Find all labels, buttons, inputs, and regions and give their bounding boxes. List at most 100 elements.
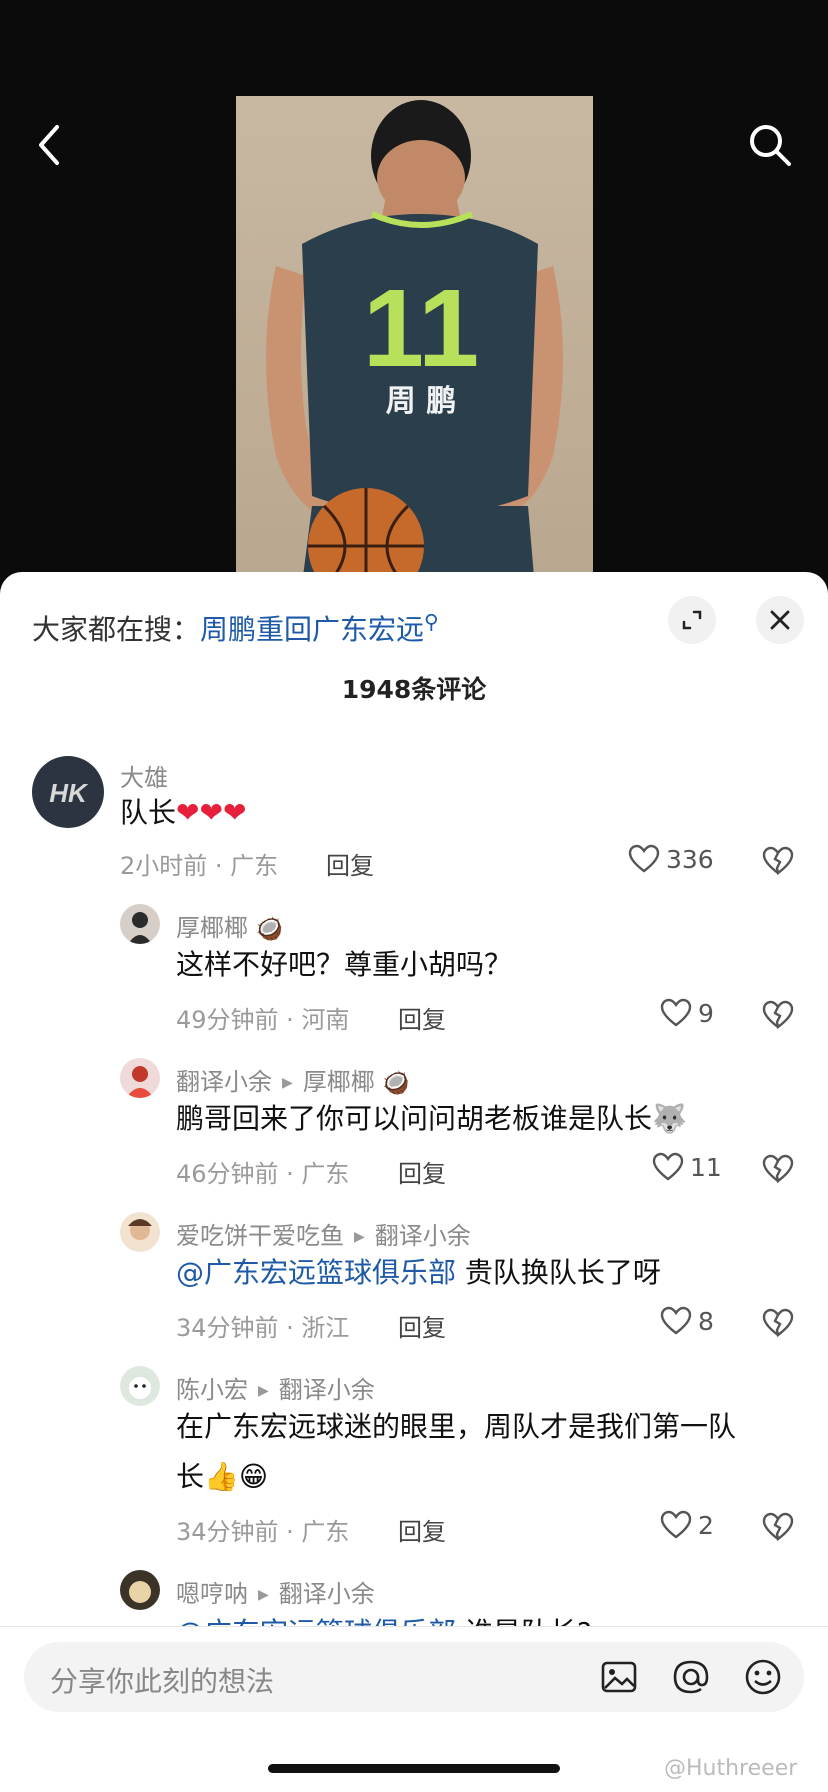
avatar[interactable] xyxy=(120,1212,160,1252)
reply-arrow-icon: ▶ xyxy=(282,1075,293,1091)
dislike-button[interactable] xyxy=(762,1154,794,1188)
dislike-button[interactable] xyxy=(762,1512,794,1546)
reply-button[interactable]: 回复 xyxy=(398,1308,446,1343)
thumbs-grin-emoji: 👍😁 xyxy=(204,1460,269,1493)
heart-emoji: ❤❤❤ xyxy=(176,796,247,829)
reply-to-user[interactable]: 翻译小余 xyxy=(279,1376,375,1404)
heart-outline-icon xyxy=(660,998,692,1027)
wolf-emoji: 🐺 xyxy=(652,1102,687,1135)
reply-arrow-icon: ▶ xyxy=(258,1383,269,1399)
username[interactable]: 爱吃饼干爱吃鱼 ▶ 翻译小余 xyxy=(176,1216,471,1251)
username[interactable]: 嗯哼呐 ▶ 翻译小余 xyxy=(176,1574,375,1609)
avatar[interactable] xyxy=(120,1570,160,1610)
like-button[interactable]: 336 xyxy=(628,844,714,874)
heart-outline-icon xyxy=(660,1510,692,1539)
comment-body: 长 xyxy=(176,1460,205,1493)
avatar[interactable] xyxy=(120,1366,160,1406)
reply-button[interactable]: 回复 xyxy=(398,1154,446,1189)
at-icon xyxy=(673,1660,709,1694)
broken-heart-icon xyxy=(762,1154,794,1184)
like-count: 2 xyxy=(698,1510,714,1540)
hot-search-prefix: 大家都在搜： xyxy=(32,613,201,646)
heart-outline-icon xyxy=(628,844,660,873)
comment-time: 46分钟前 · 广东 xyxy=(176,1160,350,1188)
dislike-button[interactable] xyxy=(762,1308,794,1342)
close-icon xyxy=(770,610,790,630)
dislike-button[interactable] xyxy=(762,846,794,880)
expand-icon xyxy=(682,610,702,630)
back-button[interactable] xyxy=(20,115,80,175)
broken-heart-icon xyxy=(762,1308,794,1338)
like-count: 336 xyxy=(666,844,714,874)
avatar[interactable] xyxy=(120,904,160,944)
comment-text: 这样不好吧？尊重小胡吗？ xyxy=(176,948,513,981)
like-count: 9 xyxy=(698,998,714,1028)
emoji-button[interactable] xyxy=(742,1656,784,1698)
reply-button[interactable]: 回复 xyxy=(398,1000,446,1035)
like-button[interactable]: 2 xyxy=(660,1510,714,1540)
comment-text: 鹏哥回来了你可以问问胡老板谁是队长🐺 xyxy=(176,1094,687,1144)
comment-item: 爱吃饼干爱吃鱼 ▶ 翻译小余 @广东宏远篮球俱乐部 贵队换队长了呀 34分钟前 · … xyxy=(0,1204,828,1354)
username[interactable]: 厚椰椰 🥥 xyxy=(176,908,283,943)
reply-button[interactable]: 回复 xyxy=(398,1512,446,1547)
reply-to-user[interactable]: 翻译小余 xyxy=(375,1222,471,1250)
coconut-badge: 🥥 xyxy=(382,1071,410,1096)
comment-body: 贵队换队长了呀 xyxy=(456,1256,661,1289)
heart-outline-icon xyxy=(660,1306,692,1335)
divider xyxy=(0,1626,828,1627)
avatar[interactable]: HK xyxy=(32,756,104,828)
image-button[interactable] xyxy=(598,1656,640,1698)
username-text: 嗯哼呐 xyxy=(176,1580,248,1608)
hot-search[interactable]: 大家都在搜：周鹏重回广东宏远⚲ xyxy=(32,608,439,648)
expand-button[interactable] xyxy=(668,596,716,644)
like-button[interactable]: 11 xyxy=(652,1152,722,1182)
username[interactable]: 翻译小余 ▶ 厚椰椰 🥥 xyxy=(176,1062,410,1097)
reply-arrow-icon: ▶ xyxy=(354,1229,365,1245)
svg-text:HK: HK xyxy=(49,778,89,808)
comment-sheet: 大家都在搜：周鹏重回广东宏远⚲ 1948条评论 HK 大雄 队长❤❤❤ 2小时前… xyxy=(0,572,828,1792)
watermark: @Huthreeer xyxy=(664,1756,798,1781)
broken-heart-icon xyxy=(762,1512,794,1542)
jersey-number: 11 xyxy=(363,267,479,390)
comment-time: 2小时前 · 广东 xyxy=(120,852,279,880)
chevron-left-icon xyxy=(39,125,59,165)
reply-to-user[interactable]: 厚椰椰 xyxy=(303,1068,375,1096)
comment-text-line1: 在广东宏远球迷的眼里，周队才是我们第一队 xyxy=(176,1410,737,1443)
search-icon xyxy=(750,125,791,166)
comment-input[interactable]: 分享你此刻的想法 xyxy=(24,1642,804,1712)
comment-text: 队长❤❤❤ xyxy=(120,788,246,838)
close-button[interactable] xyxy=(756,596,804,644)
mention-button[interactable] xyxy=(670,1656,712,1698)
input-placeholder: 分享你此刻的想法 xyxy=(50,1665,275,1698)
comment-count: 1948条评论 xyxy=(341,675,487,704)
username-text: 厚椰椰 xyxy=(176,914,248,942)
mention-link[interactable]: @广东宏远篮球俱乐部 xyxy=(176,1616,456,1626)
home-indicator[interactable] xyxy=(268,1764,560,1773)
username[interactable]: 陈小宏 ▶ 翻译小余 xyxy=(176,1370,375,1405)
jersey-name: 周 鹏 xyxy=(386,384,456,419)
reply-button[interactable]: 回复 xyxy=(326,846,374,881)
reply-to-user[interactable]: 翻译小余 xyxy=(279,1580,375,1608)
comment-item: HK 大雄 队长❤❤❤ 2小时前 · 广东 回复 336 xyxy=(0,746,828,906)
like-button[interactable]: 8 xyxy=(660,1306,714,1336)
like-button[interactable]: 9 xyxy=(660,998,714,1028)
username-text: 陈小宏 xyxy=(176,1376,248,1404)
smiley-icon xyxy=(745,1659,781,1695)
comment-item: 厚椰椰 🥥 这样不好吧？尊重小胡吗？ 49分钟前 · 河南 回复 9 xyxy=(0,896,828,1046)
comment-text: @广东宏远篮球俱乐部 谁是队长? xyxy=(176,1608,592,1626)
comment-body: 谁是队长? xyxy=(456,1616,592,1626)
comment-item: 陈小宏 ▶ 翻译小余 在广东宏远球迷的眼里，周队才是我们第一队 长👍😁 34分钟前 … xyxy=(0,1358,828,1558)
dislike-button[interactable] xyxy=(762,1000,794,1034)
player-photo[interactable]: 11 周 鹏 xyxy=(236,96,593,600)
avatar[interactable] xyxy=(120,1058,160,1098)
mention-link[interactable]: @广东宏远篮球俱乐部 xyxy=(176,1256,456,1289)
comment-time: 34分钟前 · 广东 xyxy=(176,1518,350,1546)
username-text: 翻译小余 xyxy=(176,1068,272,1096)
comment-time: 49分钟前 · 河南 xyxy=(176,1006,350,1034)
search-mini-icon: ⚲ xyxy=(424,609,439,634)
comment-body: 鹏哥回来了你可以问问胡老板谁是队长 xyxy=(176,1102,653,1135)
like-count: 8 xyxy=(698,1306,714,1336)
search-button[interactable] xyxy=(740,115,800,175)
hot-search-keyword[interactable]: 周鹏重回广东宏远 xyxy=(200,613,424,646)
reply-arrow-icon: ▶ xyxy=(258,1587,269,1603)
